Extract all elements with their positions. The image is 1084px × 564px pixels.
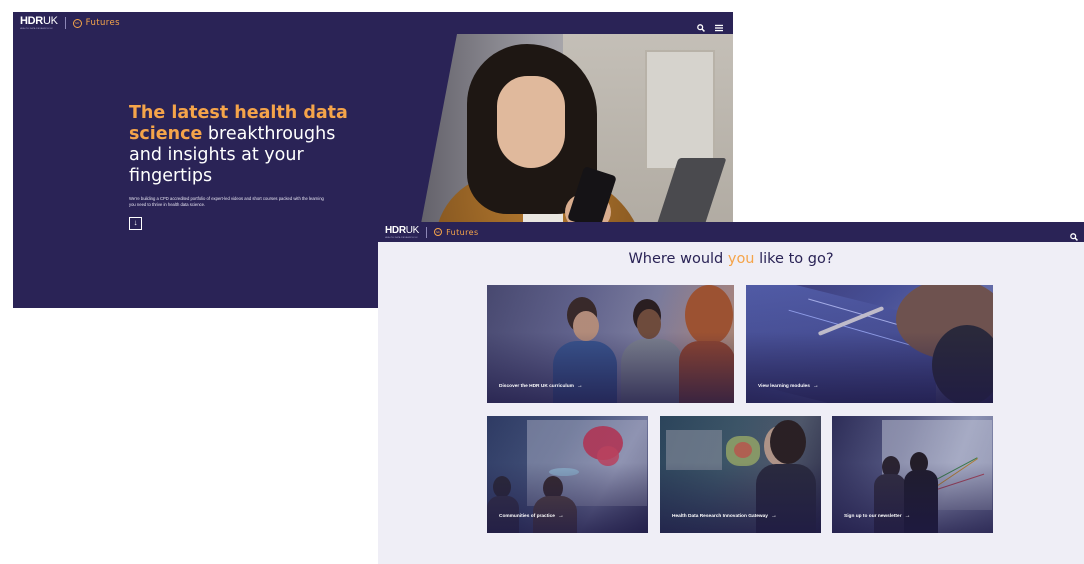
- hero-title-highlight-2: science: [129, 124, 203, 144]
- tile-label: Communities of practice →: [499, 513, 564, 519]
- futures-wordmark: Futures: [446, 227, 479, 237]
- hero-title-line-3: and insights at your: [129, 145, 304, 165]
- logo-uk-text: UK: [42, 15, 58, 27]
- logo-uk-text: UK: [405, 224, 420, 236]
- hdr-uk-logo: HDRUK HEALTH DATA RESEARCH UK: [20, 15, 58, 31]
- navigation-tiles-window: HDRUK HEALTH DATA RESEARCH UK hdr Future…: [378, 222, 1084, 564]
- brand-area[interactable]: HDRUK HEALTH DATA RESEARCH UK hdr Future…: [385, 222, 479, 242]
- brand-divider: [426, 226, 428, 238]
- arrow-right-icon: →: [557, 513, 564, 519]
- logo-tagline: HEALTH DATA RESEARCH UK: [385, 236, 418, 239]
- tile-label: Sign up to our newsletter →: [844, 513, 911, 519]
- header-actions: [1070, 222, 1078, 242]
- hero-title: The latest health data science breakthro…: [129, 103, 399, 187]
- tile-newsletter-signup[interactable]: Sign up to our newsletter →: [832, 416, 993, 533]
- heading-text-end: like to go?: [754, 251, 834, 267]
- screenshot-composite: HDRUK HEALTH DATA RESEARCH UK hdr Future…: [0, 0, 1084, 564]
- arrow-right-icon: →: [576, 383, 583, 389]
- tile-communities-of-practice[interactable]: Communities of practice →: [487, 416, 648, 533]
- futures-badge-icon: hdr: [434, 228, 443, 236]
- tile-learning-modules[interactable]: View learning modules →: [746, 285, 993, 403]
- tile-hdr-uk-curriculum[interactable]: Discover the HDR UK curriculum →: [487, 285, 734, 403]
- brand-divider: [64, 17, 66, 29]
- search-icon[interactable]: [697, 19, 705, 32]
- arrow-right-icon: →: [812, 383, 819, 389]
- tile-label: View learning modules →: [758, 383, 819, 389]
- hero-title-highlight-1: The latest health data: [129, 103, 348, 123]
- brand-area[interactable]: HDRUK HEALTH DATA RESEARCH UK hdr Future…: [20, 12, 120, 34]
- section-heading: Where would you like to go?: [378, 251, 1084, 267]
- futures-wordmark: Futures: [85, 18, 120, 28]
- tile-label: Discover the HDR UK curriculum →: [499, 383, 583, 389]
- futures-badge-icon: hdr: [72, 18, 82, 28]
- logo-hdr-text: HDR: [385, 224, 406, 236]
- search-icon[interactable]: [1070, 228, 1078, 241]
- hero-copy: The latest health data science breakthro…: [129, 103, 399, 230]
- arrow-right-icon: →: [770, 513, 777, 519]
- top-navbar: HDRUK HEALTH DATA RESEARCH UK hdr Future…: [378, 222, 1084, 242]
- futures-logo: hdr Futures: [72, 18, 120, 28]
- hero-title-line-4: fingertips: [129, 166, 213, 186]
- logo-tagline: HEALTH DATA RESEARCH UK: [20, 28, 53, 30]
- futures-logo: hdr Futures: [434, 228, 478, 237]
- header-actions: [697, 12, 723, 34]
- tile-label: Health Data Research Innovation Gateway →: [672, 513, 777, 519]
- hdr-uk-logo: HDRUK HEALTH DATA RESEARCH UK: [385, 224, 420, 239]
- heading-text-highlight: you: [727, 251, 755, 267]
- top-navbar: HDRUK HEALTH DATA RESEARCH UK hdr Future…: [13, 12, 733, 34]
- scroll-down-button[interactable]: ↓: [129, 216, 142, 230]
- logo-hdr-text: HDR: [20, 15, 43, 27]
- tile-innovation-gateway[interactable]: Health Data Research Innovation Gateway →: [660, 416, 821, 533]
- heading-text-start: Where would: [628, 251, 728, 267]
- arrow-down-icon: ↓: [133, 218, 138, 228]
- hamburger-menu-icon[interactable]: [715, 19, 723, 32]
- hero-title-line-2: breakthroughs: [202, 124, 336, 144]
- arrow-right-icon: →: [904, 513, 911, 519]
- hero-description: We're building a CPD accredited portfoli…: [129, 196, 324, 208]
